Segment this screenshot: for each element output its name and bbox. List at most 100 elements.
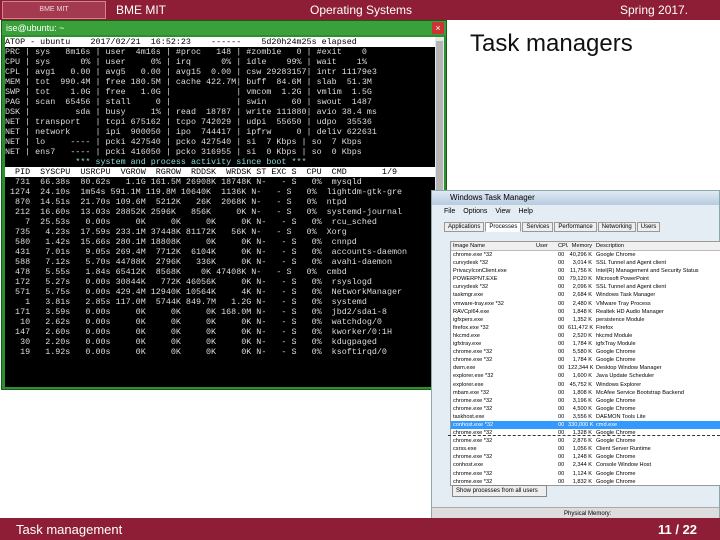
table-row[interactable]: taskmgr.exe 00 2,684 K Windows Task Manager [451, 291, 720, 299]
table-row[interactable]: hkcmd.exe 00 2,520 K hkcmd Module [451, 332, 720, 340]
table-row[interactable]: chrome.exe *32 00 5,580 K Google Chrome [451, 348, 720, 356]
table-row[interactable]: firefox.exe *32 00 611,472 K Firefox [451, 324, 720, 332]
table-cell: 1,600 K [572, 373, 592, 380]
table-cell: PrivacyIconClient.exe [453, 268, 507, 275]
table-row[interactable]: chrome.exe *32 00 4,500 K Google Chrome [451, 405, 720, 413]
table-cell: taskmgr.exe [453, 292, 484, 299]
table-row[interactable]: chrome.exe *32 00 1,784 K Google Chrome [451, 356, 720, 364]
tab-users[interactable]: Users [636, 222, 661, 232]
tab-processes[interactable]: Processes [485, 222, 522, 232]
table-row[interactable]: chrome.exe *32 00 1,124 K Google Chrome [451, 470, 720, 478]
table-cell: 00 [558, 300, 565, 307]
table-row[interactable]: curvydesk *32 00 3,014 K SSL Tunnel and Age… [451, 259, 720, 267]
table-cell: Google Chrome [596, 478, 636, 485]
table-row[interactable]: vmware-tray.exe *32 00 2,480 K VMware Tray … [451, 300, 720, 308]
table-row[interactable]: csrss.exe 00 1,056 K Client Server Runtime [451, 445, 720, 453]
terminal-screen[interactable]: ATOP - ubuntu 2017/02/21 16:52:23 ------… [5, 37, 435, 387]
process-row: 478 5.55s 1.84s 65412K 8568K 0K 47408K N… [5, 267, 347, 277]
process-row: 431 7.01s 9.05s 269.4M 7712K 6104K 0K N-… [5, 247, 408, 257]
menu-item-help[interactable]: Help [518, 208, 532, 215]
table-cell: Intel(R) Management and Security Status [596, 268, 699, 275]
table-cell: explorer.exe [453, 381, 484, 388]
table-cell: 00 [558, 405, 565, 412]
table-row[interactable]: curvydesk *32 00 2,096 K SSL Tunnel and Age… [451, 283, 720, 291]
taskmgr-titlebar[interactable]: Windows Task Manager [432, 191, 719, 205]
table-row[interactable]: igfxpers.exe 00 1,352 K persistence Module [451, 316, 720, 324]
table-cell: 00 [558, 470, 565, 477]
table-row[interactable]: chrome.exe *32 00 40,296 K Google Chrome [451, 251, 720, 259]
tab-networking[interactable]: Networking [597, 222, 636, 232]
column-header[interactable]: User Name [536, 242, 558, 250]
table-cell: chrome.exe *32 [453, 454, 493, 461]
terminal-titlebar[interactable]: ise@ubuntu: ~ [2, 21, 446, 35]
table-cell: 1,248 K [572, 454, 592, 461]
table-cell [536, 259, 558, 267]
table-cell [536, 413, 558, 421]
table-cell [536, 356, 558, 364]
table-row[interactable]: explorer.exe *32 00 1,600 K Java Update Sch… [451, 372, 720, 380]
table-row[interactable]: chrome.exe *32 00 3,196 K Google Chrome [451, 397, 720, 405]
scrollbar-thumb[interactable] [436, 41, 443, 211]
table-row[interactable]: conhost.exe *32 00 330,000 Kcmd.exe [451, 420, 720, 430]
table-cell: 330,000 K [568, 421, 594, 428]
menu-item-view[interactable]: View [495, 208, 510, 215]
menu-item-file[interactable]: File [444, 208, 455, 215]
table-cell: dwm.exe [453, 365, 476, 372]
activity-notice: *** system and process activity since bo… [5, 157, 307, 167]
table-cell [536, 332, 558, 340]
table-cell: 2,876 K [572, 438, 592, 445]
table-cell: 00 [558, 268, 565, 275]
table-cell [536, 372, 558, 380]
process-row: 1274 24.10s 1m54s 591.1M 119.8M 10640K 1… [5, 187, 403, 197]
table-cell: 00 [558, 341, 565, 348]
table-cell [536, 397, 558, 405]
tab-applications[interactable]: Applications [444, 222, 485, 232]
table-cell: 00 [558, 373, 565, 380]
table-cell: 00 [558, 357, 565, 364]
table-cell: 1,832 K [572, 478, 592, 485]
table-row[interactable]: chrome.exe *32 00 2,876 K Google Chrome [451, 437, 720, 445]
table-row[interactable]: mbam.exe *32 00 1,808 K McAfee Service Boot… [451, 389, 720, 397]
tab-services[interactable]: Services [522, 222, 554, 232]
taskmgr-tabs[interactable]: Applications Processes Services Performance… [444, 222, 661, 232]
table-row[interactable]: explorer.exe 00 45,752 K Windows Explorer [451, 381, 720, 389]
table-cell: 1,848 K [572, 308, 592, 315]
process-table-header[interactable]: Image NameUser NameCPUMemory (...Descrip… [451, 242, 720, 251]
show-all-processes-button[interactable]: Show processes from all users [452, 485, 547, 497]
table-row[interactable]: igfxtray.exe 00 1,784 K igfxTray Module [451, 340, 720, 348]
table-cell: 3,014 K [572, 260, 592, 267]
process-row: 7 25.53s 0.00s 0K 0K 0K 0K N- - S 0% rcu… [5, 217, 377, 227]
terminal-window[interactable]: ise@ubuntu: ~ × ATOP - ubuntu 2017/02/21… [1, 20, 447, 390]
table-row[interactable]: conhost.exe 00 2,344 K Console Window Host [451, 461, 720, 469]
process-row: 731 66.38s 80.62s 1.1G 161.5M 26908K 187… [5, 177, 362, 187]
table-cell: 1,784 K [572, 341, 592, 348]
table-cell: chrome.exe *32 [453, 470, 493, 477]
taskmgr-menubar[interactable]: File Options View Help [444, 208, 541, 215]
table-row[interactable]: dwm.exe 00 122,344 K Desktop Window Manager [451, 364, 720, 372]
table-row[interactable]: chrome.exe *32 00 1,248 K Google Chrome [451, 453, 720, 461]
table-row[interactable]: RAVCpl64.exe 00 1,848 K Realtek HD Audio Ma… [451, 308, 720, 316]
column-header[interactable]: CPU [558, 242, 568, 250]
column-header[interactable]: Image Name [451, 242, 536, 250]
table-cell: Google Chrome [596, 252, 636, 258]
table-cell: chrome.exe *32 [453, 349, 493, 356]
process-table[interactable]: Image NameUser NameCPUMemory (...Descrip… [450, 241, 720, 486]
column-header[interactable]: Description [594, 242, 720, 250]
task-manager-window[interactable]: Windows Task Manager File Options View Help… [431, 190, 720, 529]
table-cell: Java Update Scheduler [596, 373, 655, 380]
process-row: 580 1.42s 15.66s 280.1M 18808K 0K 0K N- … [5, 237, 357, 247]
header-bar: BME MIT BME MIT Operating Systems Spring… [0, 0, 720, 20]
menu-item-options[interactable]: Options [463, 208, 487, 215]
system-stat-row: PAG | scan 65456 | stall 0 | | swin 60 |… [5, 97, 372, 107]
close-icon[interactable]: × [432, 22, 444, 34]
tab-performance[interactable]: Performance [554, 222, 597, 232]
table-cell: Google Chrome [596, 470, 636, 477]
column-header[interactable]: Memory (... [568, 242, 594, 250]
table-row[interactable]: PrivacyIconClient.exe 00 11,756 K Intel(R) … [451, 267, 720, 275]
system-stat-row: NET | transport | tcpi 675162 | tcpo 742… [5, 117, 372, 127]
table-cell: Console Window Host [596, 462, 652, 469]
table-row[interactable]: POWERPNT.EXE 00 79,120 K Microsoft PowerPoi… [451, 275, 720, 283]
table-cell [536, 461, 558, 469]
table-cell [536, 316, 558, 324]
table-row[interactable]: taskhost.exe 00 3,556 K DAEMON Tools Lite [451, 413, 720, 421]
